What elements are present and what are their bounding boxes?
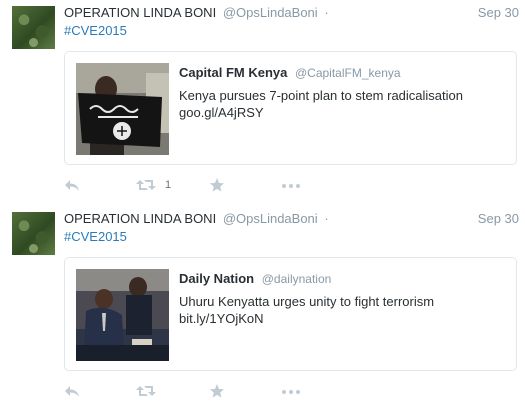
tweet[interactable]: OPERATION LINDA BONI @OpsLindaBoni · Sep… [0, 206, 525, 411]
tweet-header: OPERATION LINDA BONI @OpsLindaBoni · [64, 211, 519, 227]
separator: · [324, 5, 329, 20]
hashtag-link[interactable]: #CVE2015 [64, 23, 127, 39]
tweet-date[interactable]: Sep 30 [478, 211, 519, 227]
avatar[interactable] [12, 6, 55, 49]
card-source-handle[interactable]: @CapitalFM_kenya [295, 66, 401, 80]
card-title: Capital FM Kenya @CapitalFM_kenya [179, 65, 401, 81]
author-handle[interactable]: @OpsLindaBoni [223, 211, 318, 226]
more-dots-icon[interactable] [281, 176, 301, 194]
retweet-icon[interactable] [136, 382, 156, 400]
card-source-handle[interactable]: @dailynation [262, 272, 332, 286]
card-description[interactable]: Kenya pursues 7-point plan to stem radic… [179, 87, 499, 121]
tweet-actions [64, 382, 324, 400]
link-card[interactable]: Daily Nation @dailynation Uhuru Kenyatta… [64, 257, 517, 371]
retweet-icon[interactable] [136, 176, 156, 194]
avatar[interactable] [12, 212, 55, 255]
author-handle[interactable]: @OpsLindaBoni [223, 5, 318, 20]
tweet-date[interactable]: Sep 30 [478, 5, 519, 21]
link-card[interactable]: Capital FM Kenya @CapitalFM_kenya Kenya … [64, 51, 517, 165]
star-icon[interactable] [209, 382, 225, 400]
hashtag-link[interactable]: #CVE2015 [64, 229, 127, 245]
author-name[interactable]: OPERATION LINDA BONI [64, 211, 216, 226]
reply-icon[interactable] [64, 382, 80, 400]
tweet[interactable]: OPERATION LINDA BONI @OpsLindaBoni · Sep… [0, 0, 525, 205]
card-image [76, 269, 169, 361]
tweet-header: OPERATION LINDA BONI @OpsLindaBoni · [64, 5, 519, 21]
card-image [76, 63, 169, 155]
card-source-name[interactable]: Daily Nation [179, 271, 254, 286]
star-icon[interactable] [209, 176, 225, 194]
card-title: Daily Nation @dailynation [179, 271, 331, 287]
author-name[interactable]: OPERATION LINDA BONI [64, 5, 216, 20]
reply-icon[interactable] [64, 176, 80, 194]
card-source-name[interactable]: Capital FM Kenya [179, 65, 287, 80]
card-description[interactable]: Uhuru Kenyatta urges unity to fight terr… [179, 293, 499, 327]
separator: · [324, 211, 329, 226]
retweet-count: 1 [165, 179, 172, 191]
tweet-actions: 1 [64, 176, 324, 194]
more-dots-icon[interactable] [281, 382, 301, 400]
